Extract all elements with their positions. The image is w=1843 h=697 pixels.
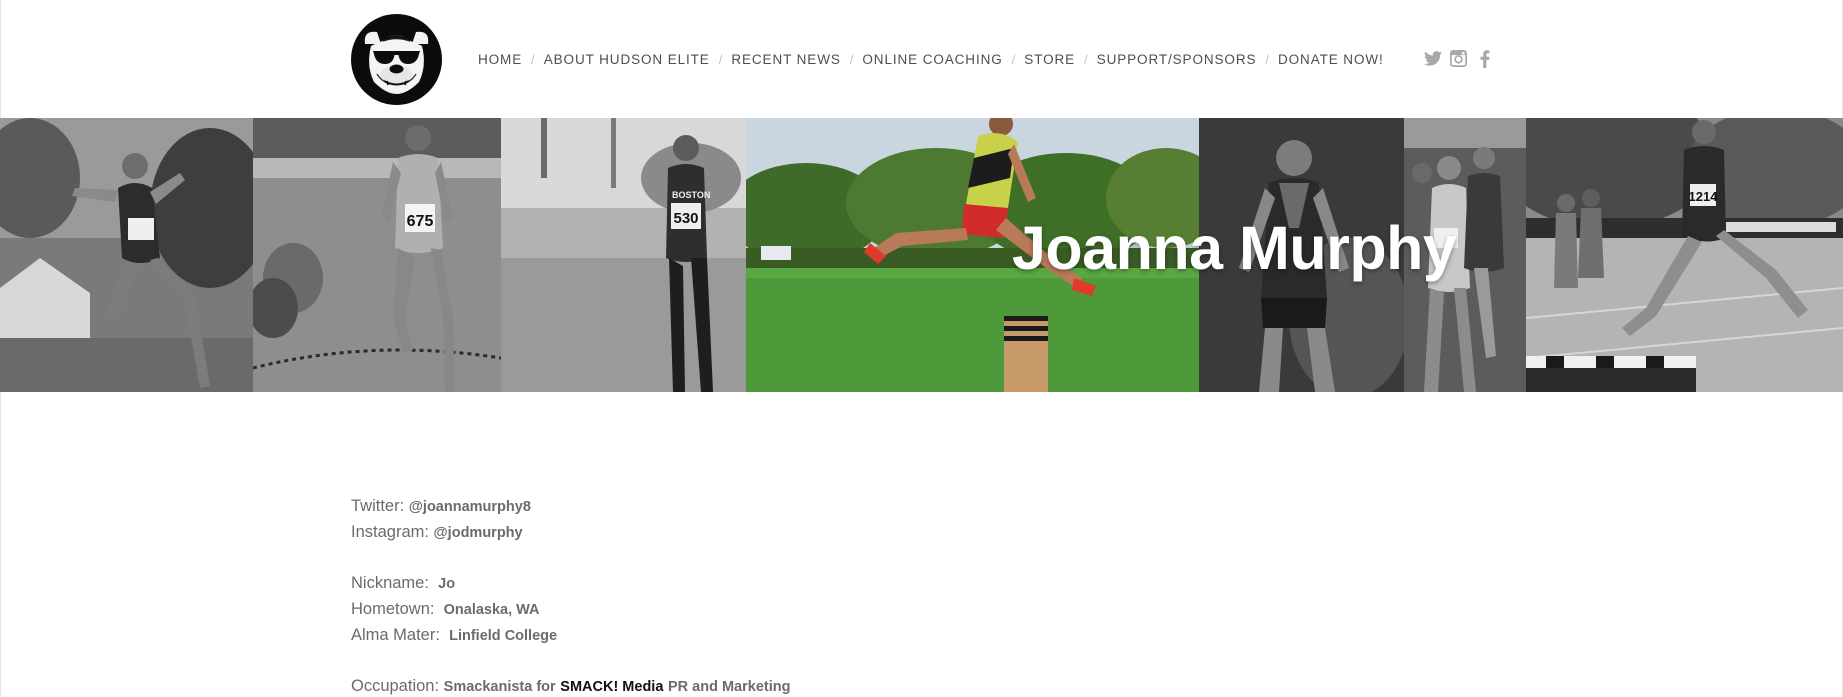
twitter-icon[interactable]	[1423, 49, 1442, 68]
bulldog-logo-icon[interactable]	[351, 14, 442, 105]
bib-number: 675	[407, 213, 434, 230]
facebook-icon[interactable]	[1475, 49, 1494, 68]
nav-item-donate[interactable]: DONATE NOW!	[1278, 52, 1384, 67]
bib-number: 530	[673, 210, 698, 227]
social-links	[1423, 49, 1494, 68]
hometown-label: Hometown:	[351, 600, 435, 618]
nav-item-recent-news[interactable]: RECENT NEWS	[731, 52, 840, 67]
nav-separator: /	[1084, 51, 1088, 67]
nav-item-support-sponsors[interactable]: SUPPORT/SPONSORS	[1097, 52, 1257, 67]
nav-separator: /	[531, 51, 535, 67]
nickname-value: Jo	[438, 576, 456, 592]
alma-mater-label: Alma Mater:	[351, 626, 440, 644]
occupation-label: Occupation:	[351, 677, 440, 695]
bio-alma-mater: Alma Mater: Linfield College	[351, 622, 1251, 648]
instagram-icon[interactable]	[1449, 49, 1468, 68]
nav-item-store[interactable]: STORE	[1024, 52, 1075, 67]
nav-item-online-coaching[interactable]: ONLINE COACHING	[862, 52, 1002, 67]
athlete-photo-track: 1214	[1526, 118, 1843, 392]
instagram-handle-link[interactable]: @jodmurphy	[434, 525, 523, 541]
jersey-text: BOSTON	[672, 190, 710, 200]
main-nav: HOME / ABOUT HUDSON ELITE / RECENT NEWS …	[478, 50, 1384, 68]
athlete-bio: Twitter: @joannamurphy8 Instagram: @jodm…	[351, 493, 1251, 697]
nav-item-home[interactable]: HOME	[478, 52, 522, 67]
hometown-value: Onalaska, WA	[443, 602, 540, 618]
athlete-photo-cross-country: 675	[253, 118, 501, 392]
nav-separator: /	[1011, 51, 1016, 67]
page: HOME / ABOUT HUDSON ELITE / RECENT NEWS …	[0, 0, 1843, 697]
nav-separator: /	[718, 51, 723, 67]
bio-instagram: Instagram: @jodmurphy	[351, 519, 1251, 545]
nav-item-about[interactable]: ABOUT HUDSON ELITE	[544, 52, 710, 67]
smack-media-link[interactable]: SMACK! Media	[560, 679, 663, 695]
occupation-prefix: Smackanista for	[443, 679, 556, 695]
instagram-label: Instagram:	[351, 523, 429, 541]
athlete-photo-steeplechase	[0, 118, 253, 392]
occupation-suffix: PR and Marketing	[668, 679, 791, 695]
bio-occupation: Occupation: Smackanista for SMACK! Media…	[351, 673, 1251, 697]
twitter-handle-link[interactable]: @joannamurphy8	[409, 499, 531, 515]
nickname-label: Nickname:	[351, 574, 429, 592]
bio-nickname: Nickname: Jo	[351, 570, 1251, 596]
bib-number: 1214	[1689, 189, 1719, 204]
page-title: Joanna Murphy	[1012, 214, 1457, 282]
bio-hometown: Hometown: Onalaska, WA	[351, 596, 1251, 622]
alma-mater-value: Linfield College	[449, 628, 558, 644]
twitter-label: Twitter:	[351, 497, 405, 515]
bio-twitter: Twitter: @joannamurphy8	[351, 493, 1251, 519]
nav-separator: /	[849, 51, 854, 67]
site-header: HOME / ABOUT HUDSON ELITE / RECENT NEWS …	[0, 0, 1843, 118]
hero-banner: 675 BOSTON 530 1214 Joanna Murphy	[0, 118, 1843, 392]
nav-separator: /	[1265, 51, 1269, 67]
athlete-photo-road-race: BOSTON 530	[501, 118, 746, 392]
